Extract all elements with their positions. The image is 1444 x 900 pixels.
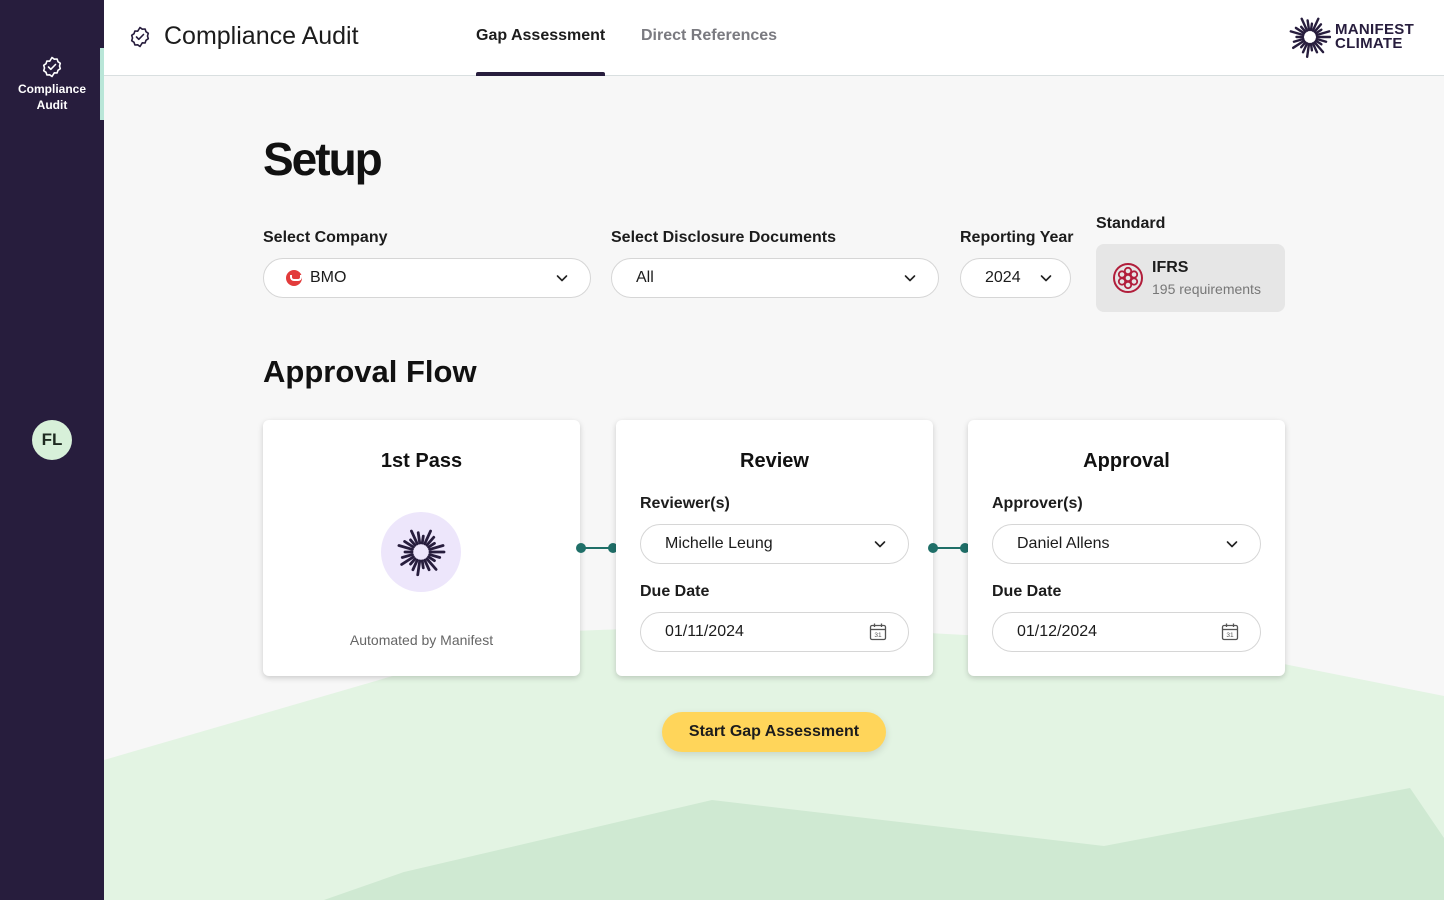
- year-label: Reporting Year: [960, 229, 1074, 246]
- approval-due-date-value: 01/12/2024: [1017, 623, 1098, 640]
- sunburst-icon: [397, 529, 446, 577]
- logo-text-line2: CLIMATE: [1335, 35, 1403, 52]
- standard-label: Standard: [1096, 215, 1166, 232]
- standard-name: IFRS: [1152, 259, 1189, 276]
- svg-text:31: 31: [1226, 632, 1234, 639]
- year-select[interactable]: 2024: [960, 258, 1071, 298]
- reviewer-select[interactable]: Michelle Leung: [640, 524, 909, 564]
- flow-connector: [928, 543, 970, 553]
- approval-card: Approval Approver(s) Daniel Allens Due D…: [968, 420, 1285, 676]
- card-title: Approval: [1083, 450, 1170, 472]
- year-value: 2024: [985, 269, 1021, 286]
- due-date-label: Due Date: [992, 583, 1062, 600]
- chevron-down-icon: [904, 275, 916, 282]
- flow-connector: [576, 543, 618, 553]
- calendar-icon[interactable]: 31: [868, 622, 888, 642]
- avatar[interactable]: FL: [32, 420, 72, 460]
- documents-value: All: [636, 269, 654, 286]
- card-title: Review: [740, 450, 809, 472]
- badge-check-icon: [130, 26, 150, 47]
- reviewer-label: Reviewer(s): [640, 495, 730, 512]
- first-pass-card: 1st Pass Automated by Manifest: [263, 420, 580, 676]
- chevron-down-icon: [1226, 541, 1238, 548]
- manifest-climate-logo: MANIFEST CLIMATE: [1289, 16, 1414, 58]
- start-gap-assessment-button[interactable]: Start Gap Assessment: [662, 712, 886, 752]
- ifrs-logo-icon: [1113, 263, 1143, 293]
- chevron-down-icon: [874, 541, 886, 548]
- automated-note: Automated by Manifest: [349, 632, 494, 648]
- standard-requirements: 195 requirements: [1152, 281, 1261, 297]
- due-date-label: Due Date: [640, 583, 710, 600]
- calendar-icon[interactable]: 31: [1220, 622, 1240, 642]
- badge-check-icon: [42, 56, 62, 78]
- bmo-logo-icon: [286, 270, 302, 286]
- sunburst-logo-icon: [1289, 17, 1331, 58]
- approver-select[interactable]: Daniel Allens: [992, 524, 1261, 564]
- reviewer-value: Michelle Leung: [665, 535, 773, 552]
- tab-label: Direct References: [641, 27, 778, 44]
- company-select[interactable]: BMO: [263, 258, 591, 298]
- tab-label: Gap Assessment: [476, 27, 606, 44]
- company-value: BMO: [310, 269, 347, 286]
- card-title: 1st Pass: [380, 450, 463, 472]
- review-card: Review Reviewer(s) Michelle Leung Due Da…: [616, 420, 933, 676]
- page-title: Compliance Audit: [164, 22, 359, 50]
- tab-gap-assessment[interactable]: Gap Assessment: [476, 0, 606, 76]
- active-tab-underline: [476, 72, 606, 76]
- top-bar: Compliance Audit Gap Assessment Direct R…: [104, 0, 1444, 76]
- review-due-date-value: 01/11/2024: [665, 623, 744, 640]
- documents-select[interactable]: All: [611, 258, 939, 298]
- standard-card: IFRS 195 requirements: [1096, 244, 1285, 312]
- review-due-date-input[interactable]: 01/11/2024 31: [640, 612, 909, 652]
- approval-due-date-input[interactable]: 01/12/2024 31: [992, 612, 1261, 652]
- chevron-down-icon: [556, 275, 568, 282]
- documents-label: Select Disclosure Documents: [611, 229, 836, 246]
- setup-heading: Setup: [263, 133, 383, 185]
- sidebar: Compliance Audit FL: [0, 0, 104, 900]
- tab-direct-references[interactable]: Direct References: [641, 0, 777, 76]
- manifest-automation-icon: [381, 512, 461, 592]
- svg-text:31: 31: [874, 632, 882, 639]
- approval-flow-heading: Approval Flow: [263, 354, 477, 389]
- app-title: Compliance Audit: [128, 22, 359, 51]
- sidebar-item-compliance-audit[interactable]: Compliance Audit: [0, 48, 104, 120]
- approver-label: Approver(s): [992, 495, 1083, 512]
- chevron-down-icon: [1040, 275, 1052, 282]
- company-label: Select Company: [263, 229, 388, 246]
- approver-value: Daniel Allens: [1017, 535, 1110, 552]
- sidebar-item-label: Compliance Audit: [17, 82, 86, 112]
